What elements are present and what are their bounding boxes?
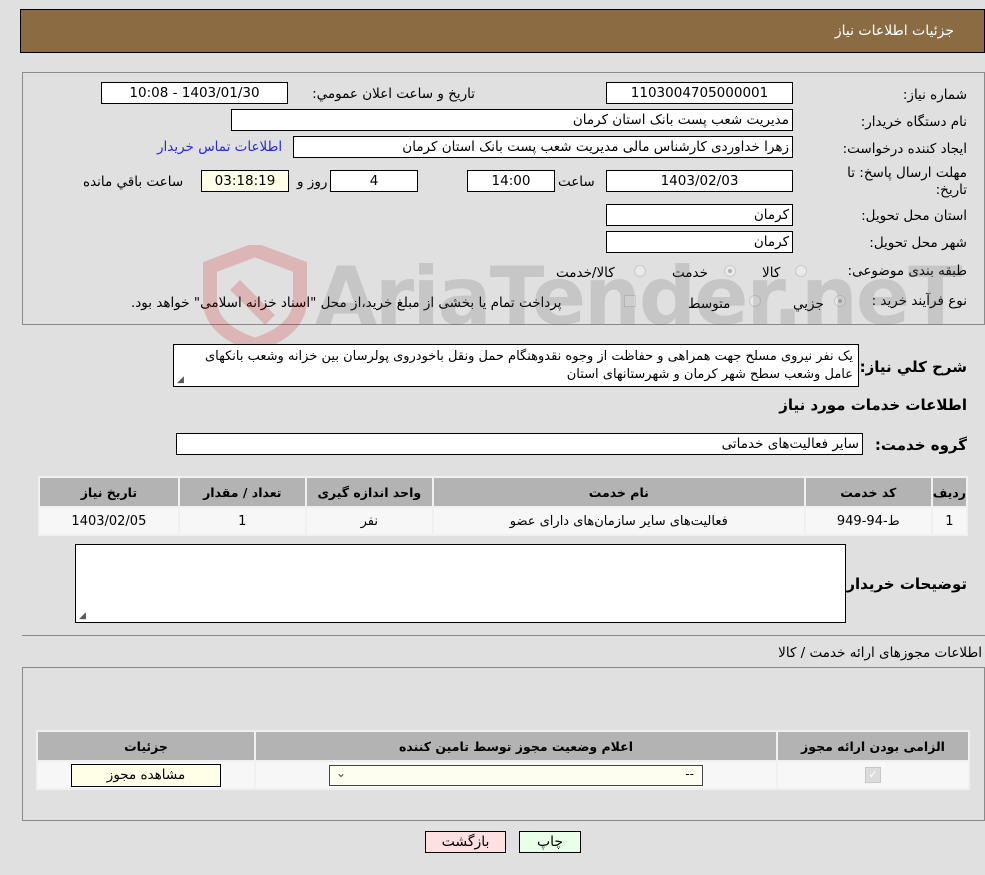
permits-section-title: اطلاعات مجوزهای ارائه خدمت / کالا (778, 645, 982, 661)
back-button[interactable]: بازگشت (425, 831, 506, 853)
treasury-checkbox[interactable] (624, 295, 636, 307)
description-text: یک نفر نیروی مسلح جهت همراهی و حفاظت از … (204, 349, 853, 382)
city-field[interactable]: کرمان (606, 231, 793, 253)
col-permit-status: اعلام وضعیت مجوز توسط تامین کننده (256, 732, 776, 760)
cell-quantity: 1 (179, 508, 305, 534)
process-label: نوع فرآیند خرید : (871, 293, 967, 309)
permits-table-header: الزامی بودن ارائه مجوز اعلام وضعیت مجوز … (38, 732, 968, 760)
remaining-time-field: 03:18:19 (201, 170, 289, 192)
permit-status-value: -- (685, 766, 694, 781)
col-unit: واحد اندازه گیری (306, 478, 432, 506)
city-label: شهر محل تحویل: (869, 235, 967, 251)
permit-status-select[interactable]: -- ⌄ (329, 764, 703, 786)
creator-label: ایجاد کننده درخواست: (842, 141, 967, 157)
category-goods-service-label: کالا/خدمت (556, 265, 615, 281)
deadline-date-field[interactable]: 1403/02/03 (606, 170, 793, 192)
resize-grip-icon[interactable]: ◢ (177, 375, 184, 385)
deadline-time-field[interactable]: 14:00 (467, 170, 555, 192)
buyer-contact-link[interactable]: اطلاعات تماس خریدار (157, 139, 282, 155)
process-radio-minor[interactable] (834, 295, 846, 307)
need-number-label: شماره نیاز: (902, 87, 967, 103)
col-need-date: تاریخ نیاز (40, 478, 178, 506)
chevron-down-icon: ⌄ (336, 765, 347, 780)
permit-required-checkbox: ✓ (865, 767, 881, 783)
buyer-org-label: نام دستگاه خریدار: (860, 114, 967, 130)
resize-grip-icon[interactable]: ◢ (79, 611, 86, 621)
announce-date-label: تاریخ و ساعت اعلان عمومي: (312, 86, 475, 102)
service-group-field[interactable]: سایر فعالیت‌های خدماتی (176, 433, 863, 455)
deadline-time-label: ساعت (558, 174, 595, 190)
process-medium-label: متوسط (688, 296, 731, 312)
permits-table: الزامی بودن ارائه مجوز اعلام وضعیت مجوز … (36, 730, 970, 790)
deadline-label: مهلت ارسال پاسخ: تا (847, 165, 967, 181)
process-minor-label: جزيي (793, 296, 824, 312)
category-radio-goods[interactable] (795, 265, 807, 277)
services-panel-border (22, 635, 985, 636)
buyer-notes-field[interactable]: ◢ (75, 544, 846, 623)
buyer-notes-label: توضیحات خریدار: (840, 575, 967, 593)
col-permit-required: الزامی بودن ارائه مجوز (778, 732, 968, 760)
province-label: استان محل تحویل: (861, 208, 967, 224)
cell-need-date: 1403/02/05 (40, 508, 178, 534)
cell-row-number: 1 (932, 508, 966, 534)
category-service-label: خدمت (672, 265, 708, 281)
service-group-label: گروه خدمت: (874, 436, 967, 454)
services-section-title: اطلاعات خدمات مورد نیاز (779, 396, 967, 414)
remaining-time-label: ساعت باقي مانده (83, 174, 184, 190)
category-radio-service[interactable] (724, 265, 736, 277)
category-radio-goods-service[interactable] (634, 265, 646, 277)
view-permit-button[interactable]: مشاهده مجوز (71, 763, 221, 787)
process-radio-medium[interactable] (749, 295, 761, 307)
treasury-note: پرداخت تمام یا بخشی از مبلغ خرید،از محل … (131, 295, 562, 311)
need-number-field[interactable]: 1103004705000001 (606, 82, 793, 104)
services-table: ردیف کد خدمت نام خدمت واحد اندازه گیری ت… (38, 476, 968, 536)
days-remaining-field[interactable]: 4 (330, 170, 418, 192)
description-field[interactable]: یک نفر نیروی مسلح جهت همراهی و حفاظت از … (173, 344, 859, 387)
cell-service-code: ط-94-949 (805, 508, 931, 534)
col-service-name: نام خدمت (433, 478, 804, 506)
print-button[interactable]: چاپ (519, 831, 581, 853)
days-label: روز و (297, 174, 328, 190)
col-row-number: ردیف (932, 478, 966, 506)
col-service-code: کد خدمت (805, 478, 931, 506)
table-row: 1 ط-94-949 فعالیت‌های سایر سازمان‌های دا… (40, 508, 966, 534)
province-field[interactable]: کرمان (606, 204, 793, 226)
services-table-header: ردیف کد خدمت نام خدمت واحد اندازه گیری ت… (40, 478, 966, 506)
category-label: طبقه بندی موضوعی: (847, 263, 967, 279)
col-quantity: تعداد / مقدار (179, 478, 305, 506)
deadline-label-date: تاریخ: (935, 182, 967, 198)
announce-date-field[interactable]: 1403/01/30 - 10:08 (101, 82, 288, 104)
page-header: جزئيات اطلاعات نياز (20, 9, 985, 53)
cell-unit: نفر (306, 508, 432, 534)
cell-service-name: فعالیت‌های سایر سازمان‌های دارای عضو (433, 508, 804, 534)
description-label: شرح کلي نياز: (859, 358, 967, 376)
buyer-org-field[interactable]: مدیریت شعب پست بانک استان کرمان (231, 109, 793, 131)
table-row: ✓ -- ⌄ مشاهده مجوز (38, 762, 968, 788)
creator-field[interactable]: زهرا خداوردی کارشناس مالی مدیریت شعب پست… (293, 136, 793, 158)
category-goods-label: کالا (762, 265, 781, 281)
col-permit-details: جزئیات (38, 732, 254, 760)
page-title: جزئيات اطلاعات نياز (834, 23, 954, 39)
